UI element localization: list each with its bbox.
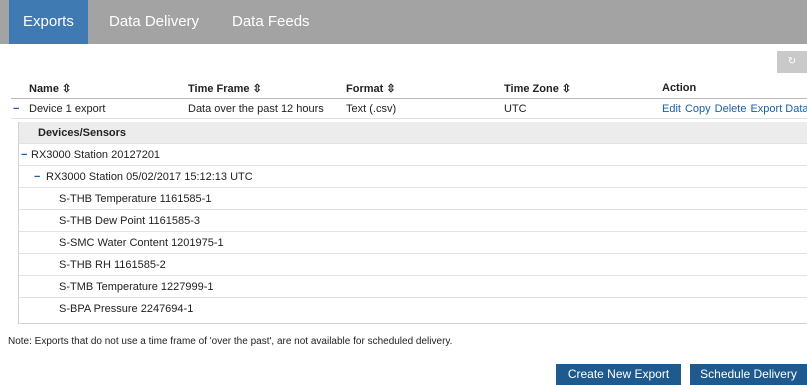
sensor-name: S-THB Temperature 1161585-1 bbox=[59, 193, 212, 205]
sensor-name: S-THB RH 1161585-2 bbox=[59, 259, 166, 271]
sensor-row: S-TMB Temperature 1227999-1 bbox=[19, 276, 807, 298]
delete-link[interactable]: Delete bbox=[715, 103, 747, 115]
create-new-export-button[interactable]: Create New Export bbox=[556, 364, 681, 385]
collapse-icon[interactable]: − bbox=[13, 103, 19, 115]
devices-header: Devices/Sensors bbox=[19, 122, 807, 144]
snapshot-row: − RX3000 Station 05/02/2017 15:12:13 UTC bbox=[19, 166, 807, 188]
tab-exports[interactable]: Exports bbox=[9, 0, 88, 44]
export-time-zone: UTC bbox=[504, 103, 527, 115]
sensor-row: S-THB Dew Point 1161585-3 bbox=[19, 210, 807, 232]
collapse-icon[interactable]: − bbox=[21, 149, 27, 161]
column-header-format[interactable]: Format ⇳ bbox=[346, 82, 396, 95]
table-row: − Device 1 export Data over the past 12 … bbox=[11, 99, 807, 119]
collapse-icon[interactable]: − bbox=[34, 171, 40, 183]
copy-link[interactable]: Copy bbox=[685, 103, 711, 115]
column-header-name[interactable]: Name ⇳ bbox=[29, 82, 71, 95]
sensor-name: S-SMC Water Content 1201975-1 bbox=[59, 237, 224, 249]
sensor-name: S-TMB Temperature 1227999-1 bbox=[59, 281, 214, 293]
action-links: Edit Copy Delete Export Data bbox=[662, 103, 807, 115]
refresh-icon: ↻ bbox=[787, 56, 797, 67]
sensor-row: S-THB Temperature 1161585-1 bbox=[19, 188, 807, 210]
schedule-delivery-button[interactable]: Schedule Delivery bbox=[690, 364, 807, 385]
snapshot-name: RX3000 Station 05/02/2017 15:12:13 UTC bbox=[46, 171, 253, 183]
sensor-name: S-THB Dew Point 1161585-3 bbox=[59, 215, 201, 227]
refresh-button[interactable]: ↻ bbox=[777, 51, 807, 73]
devices-header-label: Devices/Sensors bbox=[38, 127, 127, 139]
delivery-note: Note: Exports that do not use a time fra… bbox=[8, 336, 453, 347]
column-header-time-frame[interactable]: Time Frame ⇳ bbox=[188, 82, 262, 95]
devices-panel: Devices/Sensors − RX3000 Station 2012720… bbox=[18, 122, 807, 324]
station-row: − RX3000 Station 20127201 bbox=[19, 144, 807, 166]
export-name: Device 1 export bbox=[29, 103, 106, 115]
table-header: Name ⇳ Time Frame ⇳ Format ⇳ Time Zone ⇳… bbox=[11, 79, 807, 99]
sensor-row: S-SMC Water Content 1201975-1 bbox=[19, 232, 807, 254]
tab-data-feeds[interactable]: Data Feeds bbox=[218, 0, 324, 44]
export-format: Text (.csv) bbox=[346, 103, 397, 115]
exports-table: Name ⇳ Time Frame ⇳ Format ⇳ Time Zone ⇳… bbox=[11, 79, 807, 119]
sensor-name: S-BPA Pressure 2247694-1 bbox=[59, 303, 194, 315]
tab-data-delivery[interactable]: Data Delivery bbox=[95, 0, 213, 44]
column-header-time-zone[interactable]: Time Zone ⇳ bbox=[504, 82, 571, 95]
export-time-frame: Data over the past 12 hours bbox=[188, 103, 324, 115]
station-name: RX3000 Station 20127201 bbox=[31, 149, 161, 161]
sensor-row: S-THB RH 1161585-2 bbox=[19, 254, 807, 276]
export-data-link[interactable]: Export Data bbox=[750, 103, 807, 115]
tab-bar: Exports Data Delivery Data Feeds bbox=[0, 0, 807, 44]
sensor-row: S-BPA Pressure 2247694-1 bbox=[19, 298, 807, 319]
edit-link[interactable]: Edit bbox=[662, 103, 681, 115]
column-header-action: Action bbox=[662, 82, 697, 94]
